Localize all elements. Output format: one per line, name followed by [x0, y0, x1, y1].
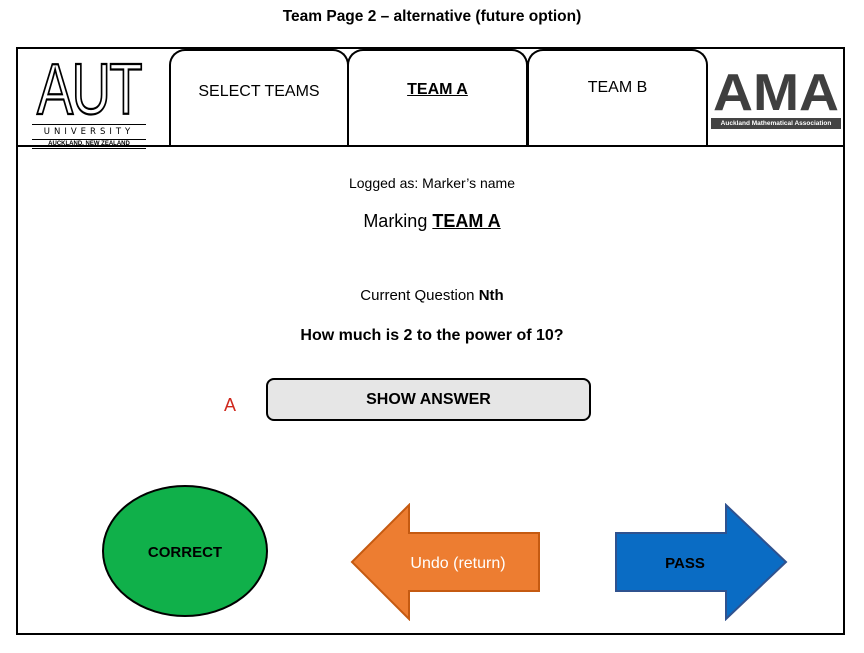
- answer-marker: A: [224, 395, 237, 415]
- correct-button-label: CORRECT: [148, 544, 222, 561]
- marking-text: Marking TEAM A: [0, 211, 864, 232]
- tab-select-teams-label: SELECT TEAMS: [198, 83, 320, 100]
- header-divider: [16, 145, 845, 147]
- tab-team-b[interactable]: TEAM B: [527, 49, 708, 146]
- undo-button-label: Undo (return): [410, 555, 505, 572]
- page-title: Team Page 2 – alternative (future option…: [282, 8, 582, 25]
- current-question-prefix: Current Question: [360, 287, 479, 304]
- aut-university-text: UNIVERSITY: [32, 124, 146, 137]
- aut-location-text: AUCKLAND, NEW ZEALAND: [32, 139, 146, 149]
- question-text: How much is 2 to the power of 10?: [300, 327, 564, 344]
- logged-as-text: Logged as: Marker’s name: [0, 175, 864, 191]
- marking-prefix: Marking: [363, 211, 433, 231]
- ama-association-text: Auckland Mathematical Association: [711, 118, 841, 129]
- pass-button[interactable]: PASS: [614, 503, 789, 621]
- ama-logo-text: AMA: [713, 70, 839, 112]
- ama-logo: AMA Auckland Mathematical Association: [711, 64, 841, 129]
- tab-team-a[interactable]: TEAM A: [347, 49, 528, 146]
- logged-as-prefix: Logged as:: [348, 175, 423, 191]
- aut-logo: AUT UNIVERSITY AUCKLAND, NEW ZEALAND: [32, 49, 146, 149]
- tab-select-teams[interactable]: SELECT TEAMS: [169, 49, 349, 146]
- tab-team-a-label: TEAM A: [407, 81, 468, 98]
- current-question-value: Nth: [478, 287, 504, 304]
- tab-team-b-label: TEAM B: [587, 79, 648, 96]
- aut-logo-letters: AUT: [36, 49, 145, 131]
- marking-team: TEAM A: [432, 211, 501, 231]
- pass-button-label: PASS: [665, 555, 705, 572]
- show-answer-button[interactable]: SHOW ANSWER: [266, 378, 591, 421]
- correct-button[interactable]: CORRECT: [101, 484, 269, 618]
- current-question-text: Current Question Nth: [0, 287, 864, 304]
- aut-logo-text: AUT: [37, 57, 142, 117]
- undo-button[interactable]: Undo (return): [350, 503, 542, 621]
- marker-name: Marker’s name: [422, 175, 516, 191]
- ama-logo-letters: AMA: [713, 64, 839, 122]
